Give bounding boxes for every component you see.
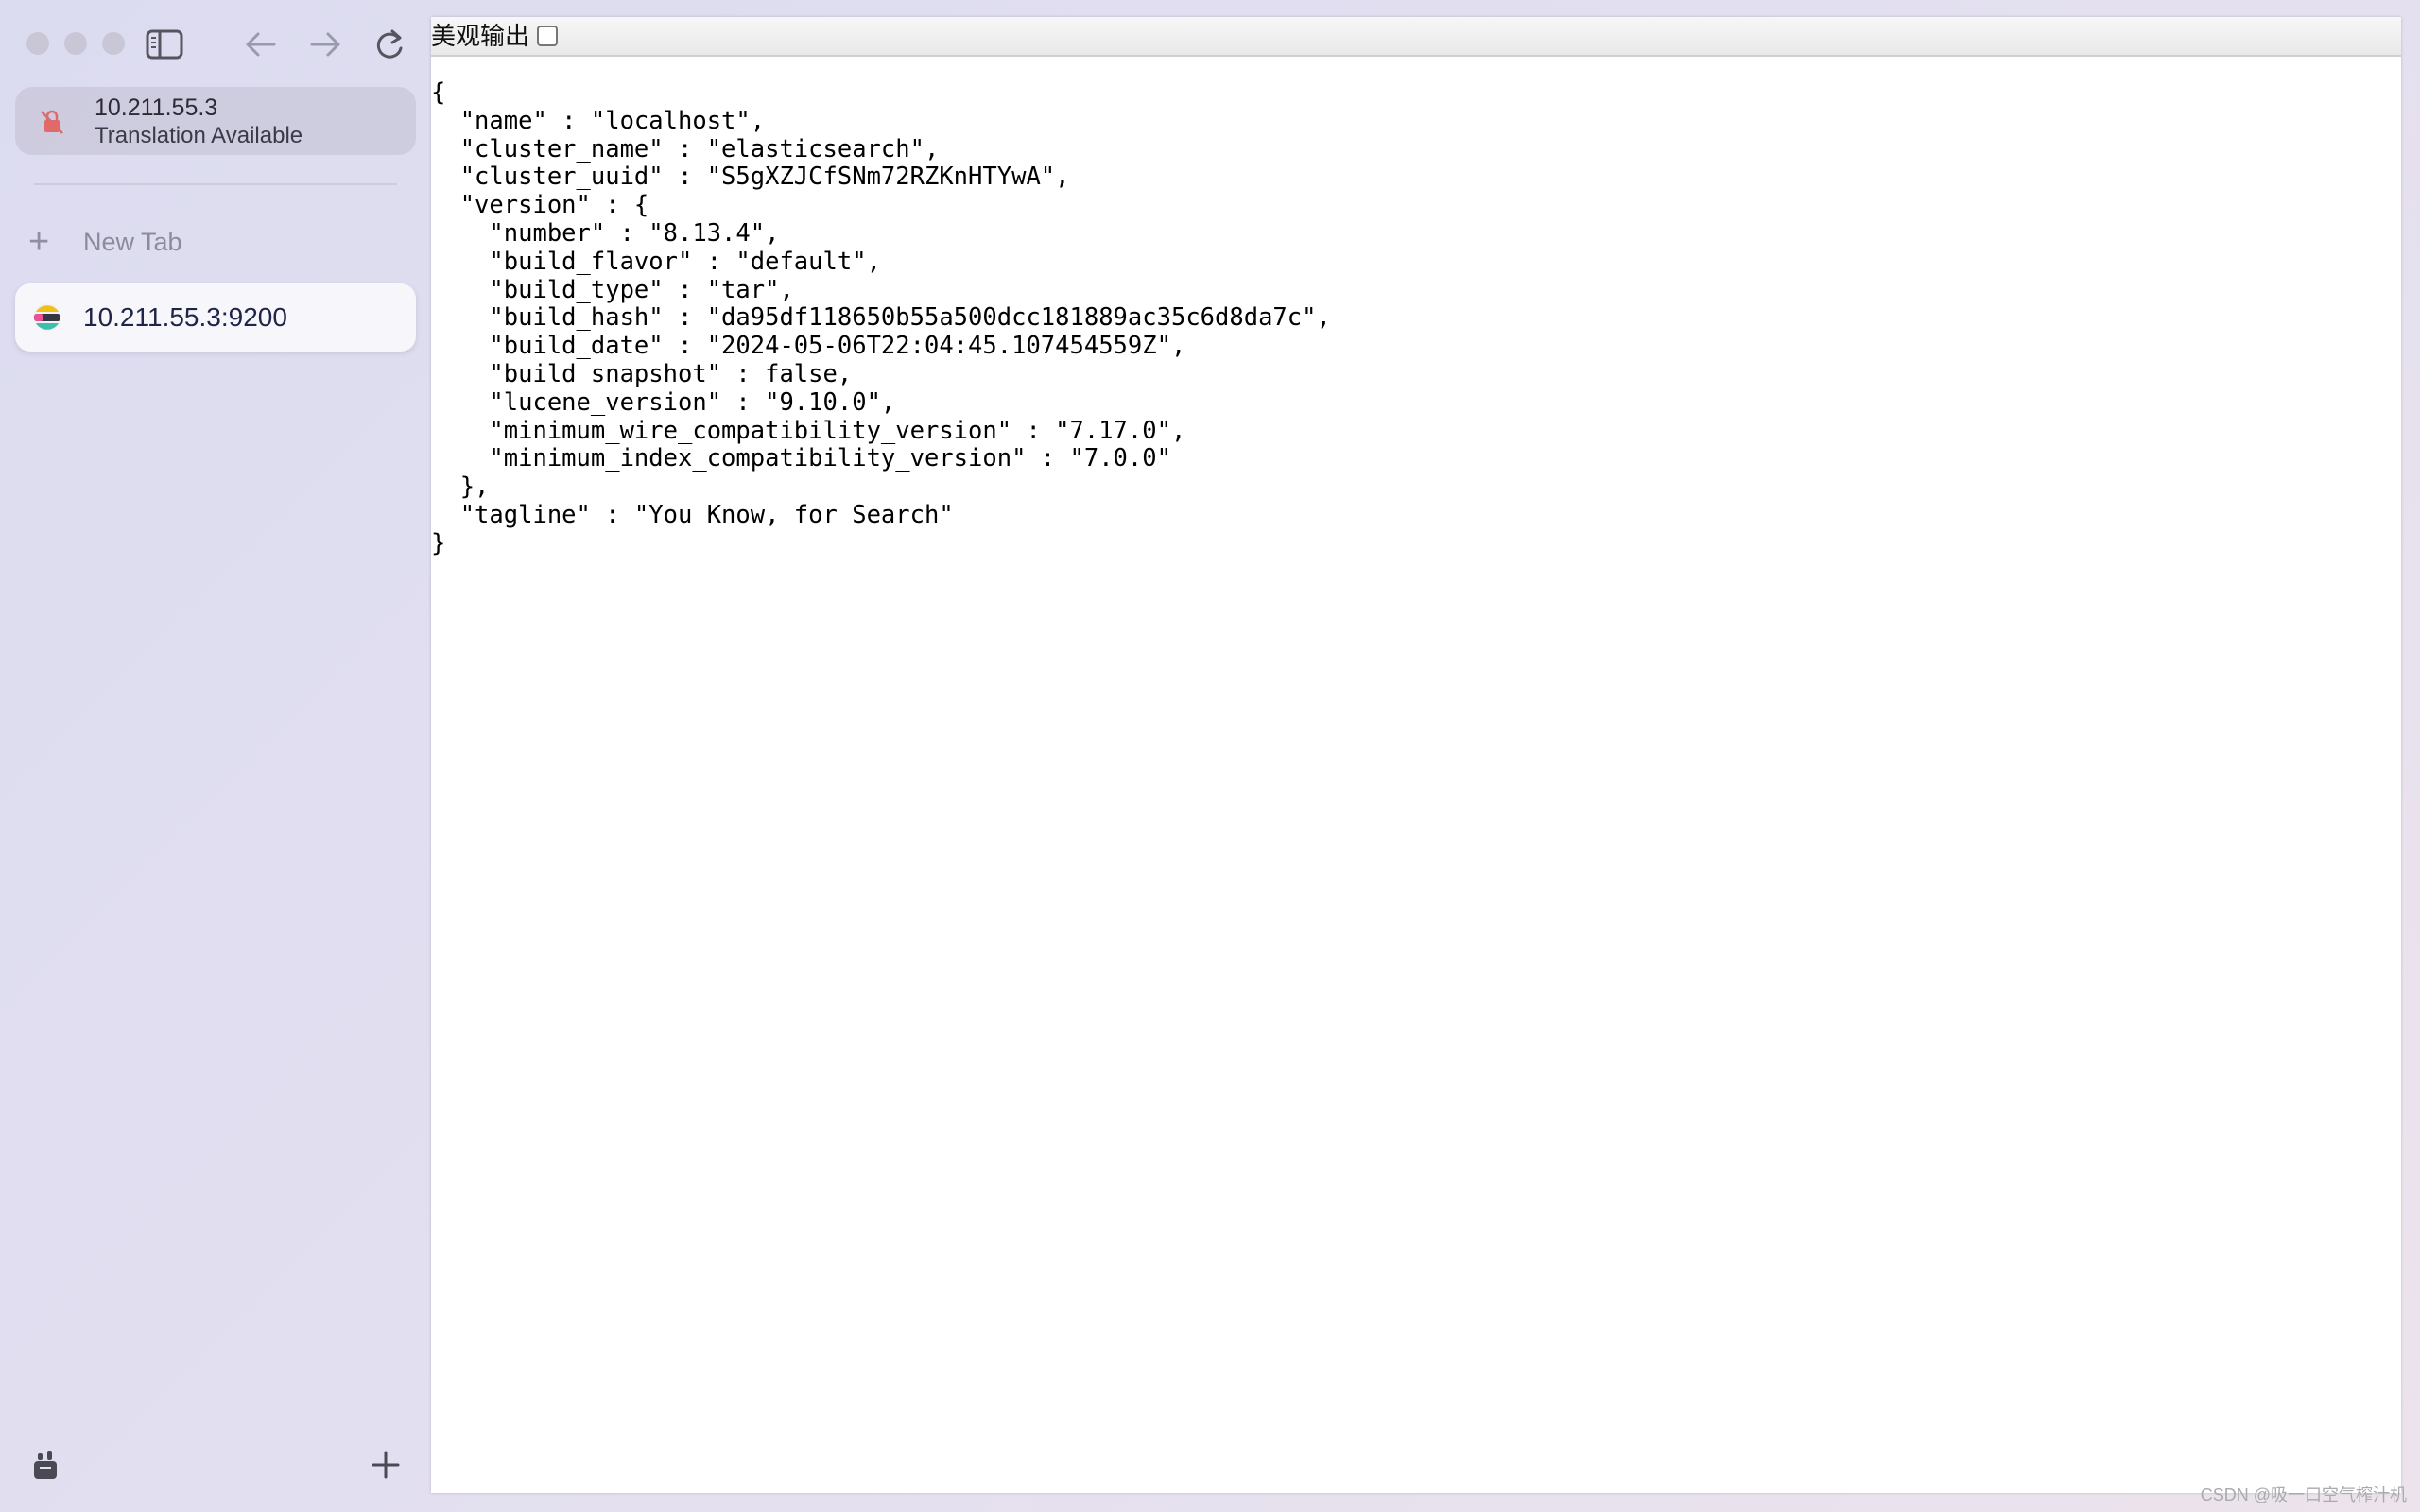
close-window-icon[interactable] bbox=[26, 32, 49, 55]
web-content: 美观输出 { "name" : "localhost", "cluster_na… bbox=[431, 17, 2401, 1493]
minimize-window-icon[interactable] bbox=[64, 32, 87, 55]
pretty-print-checkbox[interactable] bbox=[537, 26, 559, 46]
sidebar-toggle-button[interactable] bbox=[140, 21, 189, 68]
tab-elasticsearch[interactable]: 10.211.55.3:9200 bbox=[15, 284, 416, 352]
pretty-print-label: 美观输出 bbox=[431, 22, 530, 50]
forward-button[interactable] bbox=[301, 21, 350, 68]
plus-icon: + bbox=[28, 222, 50, 262]
tab-label: 10.211.55.3:9200 bbox=[83, 302, 287, 332]
tab-groups-icon bbox=[34, 1451, 57, 1479]
back-button[interactable] bbox=[236, 21, 285, 68]
new-tab-plus-button[interactable] bbox=[363, 1442, 408, 1487]
zoom-window-icon[interactable] bbox=[102, 32, 125, 55]
address-host: 10.211.55.3 bbox=[95, 94, 218, 121]
reload-button[interactable] bbox=[365, 21, 414, 68]
pretty-print-bar: 美观输出 bbox=[431, 17, 2401, 57]
address-bar[interactable]: 10.211.55.3 Translation Available bbox=[15, 87, 416, 155]
watermark: CSDN @吸一口空气榨汁机 bbox=[2200, 1486, 2407, 1504]
reload-icon bbox=[376, 29, 403, 59]
new-tab-button[interactable]: + New Tab bbox=[28, 221, 406, 263]
sidebar-divider bbox=[34, 183, 397, 185]
json-response: { "name" : "localhost", "cluster_name" :… bbox=[431, 78, 1331, 558]
new-tab-label: New Tab bbox=[83, 227, 182, 256]
sidebar-toggle-icon bbox=[146, 29, 183, 60]
translation-available-label[interactable]: Translation Available bbox=[95, 123, 302, 149]
sidebar: 10.211.55.3 Translation Available + New … bbox=[0, 0, 427, 1512]
new-tab-plus-icon bbox=[372, 1451, 400, 1479]
tab-groups-button[interactable] bbox=[23, 1442, 68, 1487]
forward-arrow-icon bbox=[310, 32, 340, 57]
back-arrow-icon bbox=[246, 32, 276, 57]
elastic-favicon-icon bbox=[33, 303, 61, 332]
insecure-lock-icon bbox=[41, 110, 63, 134]
